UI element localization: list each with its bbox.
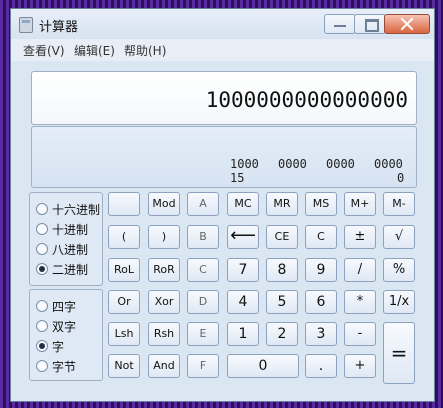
equals-button[interactable]: = bbox=[383, 322, 415, 384]
right-paren-button[interactable]: ) bbox=[148, 225, 180, 249]
digit-3-button[interactable]: 3 bbox=[305, 322, 337, 346]
radio-label: 二进制 bbox=[52, 263, 89, 277]
digit-9-button[interactable]: 9 bbox=[305, 258, 337, 282]
digit-8-button[interactable]: 8 bbox=[266, 258, 298, 282]
backspace-button[interactable]: ⟵ bbox=[227, 225, 259, 249]
radio-label: 双字 bbox=[52, 320, 77, 334]
xor-button[interactable]: Xor bbox=[148, 290, 180, 314]
percent-button[interactable]: % bbox=[383, 258, 415, 282]
display-value: 1000000000000000 bbox=[205, 88, 408, 112]
mc-button[interactable]: MC bbox=[227, 192, 259, 216]
radix-panel: 十六进制 十进制 八进制 二进制 bbox=[29, 192, 103, 286]
and-button[interactable]: And bbox=[148, 354, 180, 378]
digit-5-button[interactable]: 5 bbox=[266, 290, 298, 314]
digit-2-button[interactable]: 2 bbox=[266, 322, 298, 346]
maximize-button[interactable] bbox=[354, 14, 386, 34]
menu-help[interactable]: 帮助(H) bbox=[124, 42, 166, 59]
bit-group-1: 1000 bbox=[230, 157, 259, 171]
binary-bit-display: 1000 0000 0000 0000 15 0 bbox=[31, 126, 417, 188]
or-button[interactable]: Or bbox=[108, 290, 140, 314]
lsh-button[interactable]: Lsh bbox=[108, 322, 140, 346]
ce-button[interactable]: CE bbox=[266, 225, 298, 249]
word-size-panel: 四字 双字 字 字节 bbox=[29, 289, 103, 381]
minus-button[interactable]: - bbox=[344, 322, 376, 346]
radio-label: 八进制 bbox=[52, 243, 89, 257]
menu-view[interactable]: 查看(V) bbox=[23, 42, 65, 59]
sqrt-button[interactable]: √ bbox=[383, 225, 415, 249]
hex-f-button[interactable]: F bbox=[187, 354, 219, 378]
hex-c-button[interactable]: C bbox=[187, 258, 219, 282]
radio-button-icon bbox=[36, 203, 48, 215]
bit-group-3: 0000 bbox=[326, 157, 355, 171]
radio-label: 十六进制 bbox=[52, 203, 101, 217]
calculator-icon bbox=[19, 17, 33, 33]
radio-label: 四字 bbox=[52, 300, 77, 314]
radio-button-icon bbox=[36, 300, 48, 312]
digit-7-button[interactable]: 7 bbox=[227, 258, 259, 282]
digit-0-button[interactable]: 0 bbox=[227, 354, 299, 378]
bit-position-0: 0 bbox=[397, 171, 405, 185]
divide-button[interactable]: / bbox=[344, 258, 376, 282]
hex-a-button[interactable]: A bbox=[187, 192, 219, 216]
mminus-button[interactable]: M- bbox=[383, 192, 415, 216]
digit-6-button[interactable]: 6 bbox=[305, 290, 337, 314]
window-title: 计算器 bbox=[39, 20, 79, 35]
mplus-button[interactable]: M+ bbox=[344, 192, 376, 216]
mod-button[interactable]: Mod bbox=[148, 192, 180, 216]
reciprocal-button[interactable]: 1/x bbox=[383, 290, 415, 314]
mr-button[interactable]: MR bbox=[266, 192, 298, 216]
hex-d-button[interactable]: D bbox=[187, 290, 219, 314]
radio-button-icon bbox=[36, 360, 48, 372]
digit-4-button[interactable]: 4 bbox=[227, 290, 259, 314]
clear-button[interactable]: C bbox=[305, 225, 337, 249]
plus-button[interactable]: + bbox=[344, 354, 376, 378]
multiply-button[interactable]: * bbox=[344, 290, 376, 314]
main-display: 1000000000000000 bbox=[31, 71, 417, 125]
radio-label: 字节 bbox=[52, 360, 77, 374]
menu-edit[interactable]: 编辑(E) bbox=[74, 42, 115, 59]
radio-label: 字 bbox=[52, 340, 65, 354]
title-bar: 计算器 bbox=[11, 9, 434, 39]
left-paren-button[interactable]: ( bbox=[108, 225, 140, 249]
bit-group-2: 0000 bbox=[278, 157, 307, 171]
ror-button[interactable]: RoR bbox=[148, 258, 180, 282]
hex-b-button[interactable]: B bbox=[187, 225, 219, 249]
bit-position-15: 15 bbox=[230, 171, 245, 185]
hex-e-button[interactable]: E bbox=[187, 322, 219, 346]
digit-1-button[interactable]: 1 bbox=[227, 322, 259, 346]
rsh-button[interactable]: Rsh bbox=[148, 322, 180, 346]
plus-minus-button[interactable]: ± bbox=[344, 225, 376, 249]
bit-group-4: 0000 bbox=[374, 157, 403, 171]
close-button[interactable] bbox=[384, 14, 430, 34]
not-button[interactable]: Not bbox=[108, 354, 140, 378]
decimal-button[interactable]: . bbox=[305, 354, 337, 378]
menu-bar: 查看(V) 编辑(E) 帮助(H) bbox=[11, 39, 434, 61]
calculator-window: 计算器 查看(V) 编辑(E) 帮助(H) 1000000000000000 1… bbox=[10, 8, 435, 402]
rol-button[interactable]: RoL bbox=[108, 258, 140, 282]
radio-button-icon bbox=[36, 223, 48, 235]
radio-button-selected-icon bbox=[36, 263, 48, 275]
ms-button[interactable]: MS bbox=[305, 192, 337, 216]
radio-button-icon bbox=[36, 320, 48, 332]
blank-key[interactable] bbox=[108, 192, 140, 216]
radio-button-icon bbox=[36, 243, 48, 255]
radio-button-selected-icon bbox=[36, 340, 48, 352]
radio-label: 十进制 bbox=[52, 223, 89, 237]
minimize-button[interactable] bbox=[324, 14, 356, 34]
